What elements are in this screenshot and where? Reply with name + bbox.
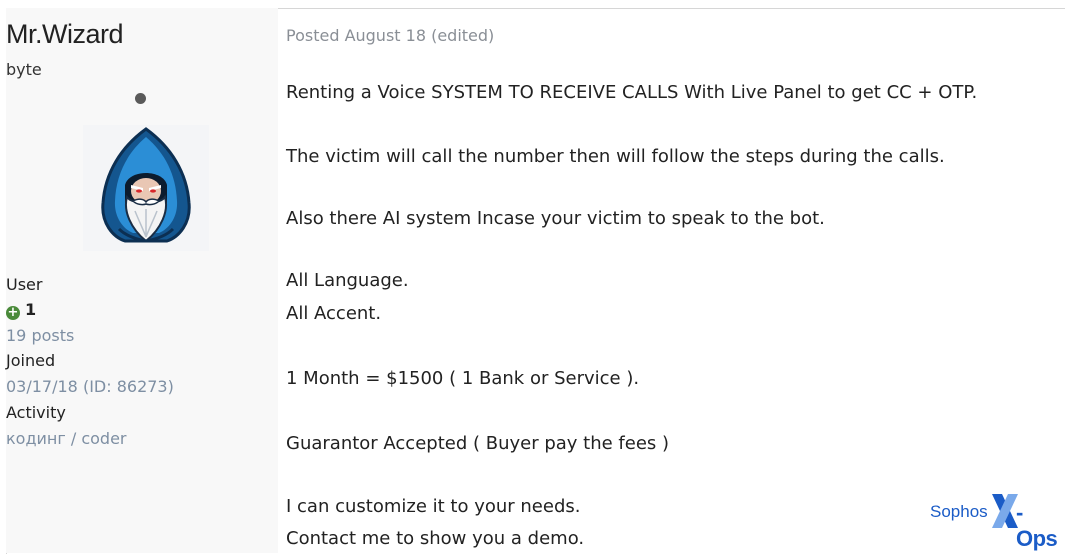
status-dot-icon <box>135 93 146 104</box>
post-date[interactable]: Posted August 18 (edited) <box>286 26 494 45</box>
avatar[interactable] <box>83 125 209 251</box>
author-activity-label: Activity <box>6 403 66 422</box>
author-posts[interactable]: 19 posts <box>6 326 278 345</box>
post-line: Contact me to show you a demo. <box>286 528 585 549</box>
sophos-x-ops-watermark: Sophos -Ops <box>930 492 1064 551</box>
post-line: I can customize it to your needs. <box>286 496 581 517</box>
plus-circle-icon: + <box>6 305 20 320</box>
author-title: byte <box>6 60 42 79</box>
post-line: All Language. <box>286 270 409 291</box>
post-line: The victim will call the number then wil… <box>286 146 945 167</box>
wizard-avatar-icon <box>101 127 191 243</box>
post-line: Guarantor Accepted ( Buyer pay the fees … <box>286 433 670 454</box>
post-line: Also there AI system Incase your victim … <box>286 208 825 229</box>
author-activity-value: кодинг / coder <box>6 429 127 448</box>
author-joined-label: Joined <box>6 351 56 370</box>
post-line: 1 Month = $1500 ( 1 Bank or Service ). <box>286 368 640 389</box>
author-username[interactable]: Mr.Wizard <box>6 19 278 50</box>
author-group: User <box>6 275 43 294</box>
author-joined-value: 03/17/18 (ID: 86273) <box>6 377 174 396</box>
author-reputation: +1 <box>6 300 278 320</box>
post-body: Posted August 18 (edited) Renting a Voic… <box>286 0 1065 553</box>
watermark-suffix: -Ops <box>1016 500 1058 551</box>
author-panel: Mr.Wizard byte User +1 19 posts Joined 0… <box>6 8 278 553</box>
watermark-brand: Sophos <box>930 502 988 521</box>
post-line: All Accent. <box>286 303 382 324</box>
reputation-count: 1 <box>25 300 37 319</box>
post-line: Renting a Voice SYSTEM TO RECEIVE CALLS … <box>286 82 978 103</box>
